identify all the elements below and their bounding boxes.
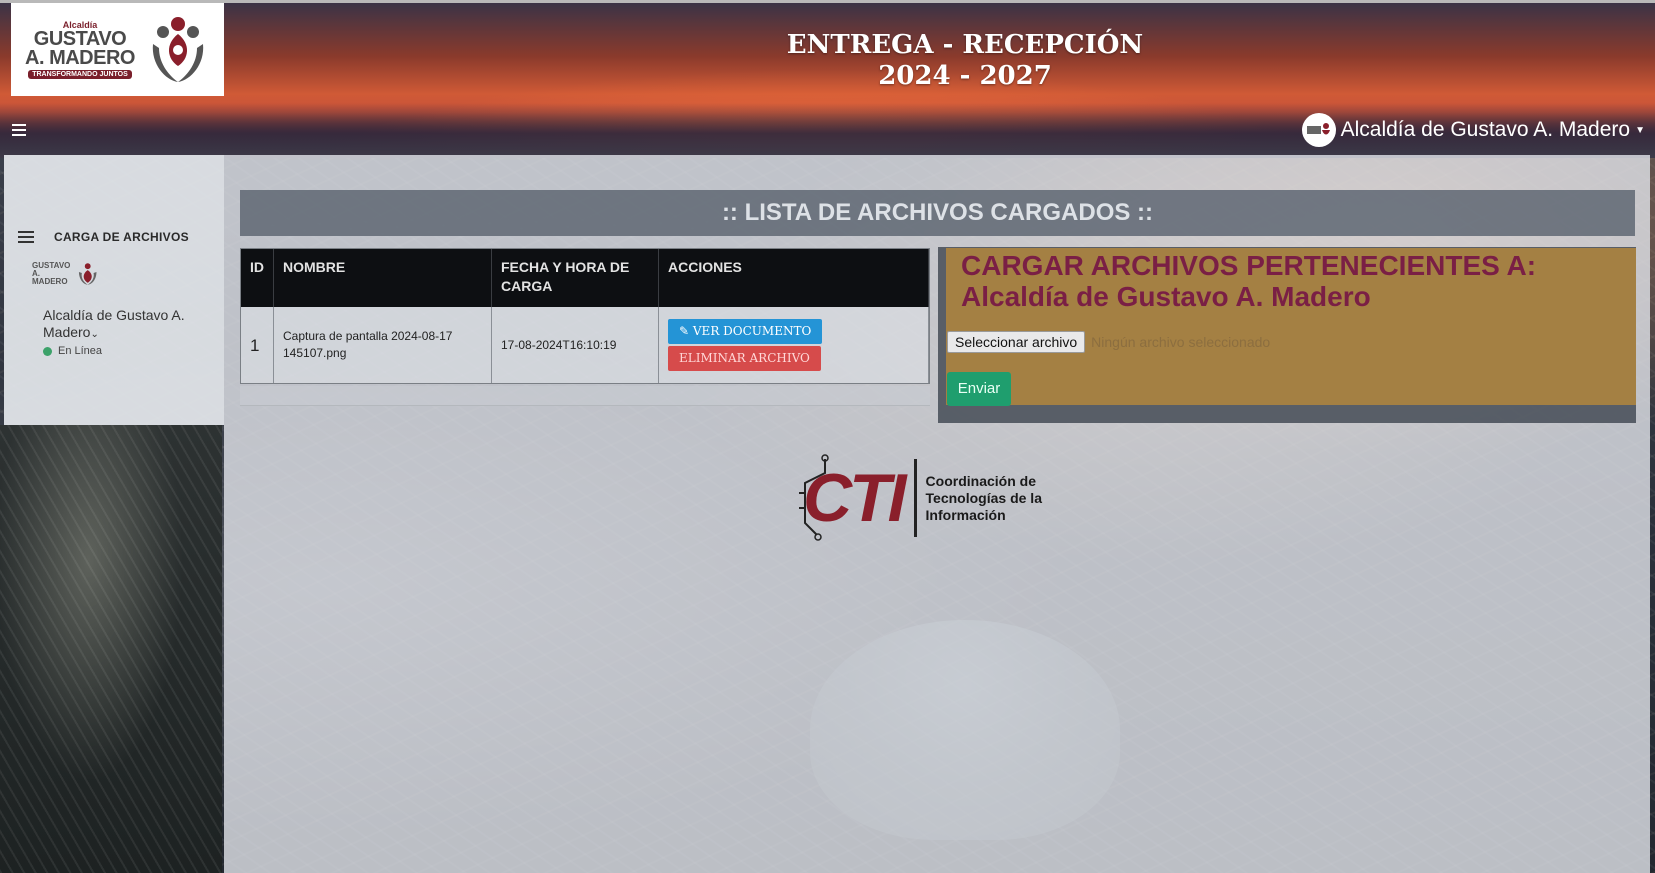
sidebar-background-image <box>0 425 222 873</box>
sidebar-logo: GUSTAVO A. MADERO <box>32 260 98 288</box>
sidebar-item-carga-de-archivos[interactable]: CARGA DE ARCHIVOS <box>18 226 218 248</box>
choose-file-button[interactable]: Seleccionar archivo <box>947 331 1086 353</box>
list-icon <box>18 231 34 243</box>
cell-id: 1 <box>241 307 274 383</box>
column-header-actions: ACCIONES <box>658 249 929 307</box>
upload-title-line2: Alcaldía de Gustavo A. Madero <box>961 281 1371 312</box>
page-title: ENTREGA - RECEPCIÓN 2024 - 2027 <box>700 30 1230 92</box>
status-text: En Línea <box>58 345 103 357</box>
table-header-row: ID NOMBRE FECHA Y HORA DE CARGA ACCIONES <box>241 249 929 307</box>
column-header-id: ID <box>241 249 274 307</box>
table-footer-strip <box>240 386 930 406</box>
sidebar-item-label: CARGA DE ARCHIVOS <box>54 230 189 244</box>
submit-button[interactable]: Enviar <box>947 372 1011 406</box>
family-emblem-icon <box>152 16 204 82</box>
upload-title-line1: CARGAR ARCHIVOS PERTENECIENTES A: <box>961 250 1537 281</box>
sidebar-logo-wordmark: GUSTAVO A. MADERO <box>32 261 71 286</box>
cell-name: Captura de pantalla 2024-08-17 145107.pn… <box>273 307 492 383</box>
column-header-name: NOMBRE <box>273 249 492 307</box>
avatar <box>1301 113 1336 147</box>
cti-logo: CTI Coordinación de Tecnologías de la In… <box>795 452 1042 544</box>
cti-divider <box>913 459 917 537</box>
status-online-icon <box>43 346 52 356</box>
logo-line2: A. MADERO <box>25 47 135 69</box>
files-list-title: :: LISTA DE ARCHIVOS CARGADOS :: <box>240 190 1635 236</box>
sidebar-emblem-icon <box>78 263 97 285</box>
avatar-logo-icon <box>1306 123 1330 135</box>
cti-letters: CTI <box>803 460 907 536</box>
user-menu-name: Alcaldía de Gustavo A. Madero <box>1340 118 1631 141</box>
caret-down-icon: ▼ <box>1635 124 1645 136</box>
status-badge: En Línea <box>43 345 102 357</box>
chevron-down-icon: ⌄ <box>90 329 99 340</box>
view-document-button[interactable]: ✎ VER DOCUMENTO <box>668 319 823 344</box>
file-input[interactable]: Seleccionar archivo Ningún archivo selec… <box>947 331 1270 353</box>
file-status-text: Ningún archivo seleccionado <box>1091 334 1271 350</box>
logo-wordmark: Alcaldía GUSTAVO A. MADERO TRANSFORMANDO… <box>21 20 139 79</box>
logo-tagline: TRANSFORMANDO JUNTOS <box>28 70 132 79</box>
cti-subtitle: Coordinación de Tecnologías de la Inform… <box>925 472 1042 523</box>
files-table: ID NOMBRE FECHA Y HORA DE CARGA ACCIONES… <box>240 248 930 384</box>
upload-title: CARGAR ARCHIVOS PERTENECIENTES A: Alcald… <box>961 250 1621 312</box>
user-menu-dropdown[interactable]: Alcaldía de Gustavo A. Madero ▼ <box>1301 112 1645 148</box>
table-row: 1 Captura de pantalla 2024-08-17 145107.… <box>241 307 929 383</box>
column-header-datetime: FECHA Y HORA DE CARGA <box>491 249 659 307</box>
cell-datetime: 17-08-2024T16:10:19 <box>491 307 659 383</box>
delete-file-button[interactable]: ELIMINAR ARCHIVO <box>668 346 821 371</box>
page-title-line1: ENTREGA - RECEPCIÓN <box>786 30 1144 60</box>
sidebar-user-name[interactable]: Alcaldía de Gustavo A. Madero⌄ <box>43 307 213 343</box>
sidebar: GUSTAVO A. MADERO Alcaldía de Gustavo A.… <box>4 155 224 425</box>
menu-toggle-icon[interactable] <box>12 124 26 136</box>
alcaldia-logo[interactable]: Alcaldía GUSTAVO A. MADERO TRANSFORMANDO… <box>11 3 224 96</box>
page-title-line2: 2024 - 2027 <box>878 61 1052 91</box>
cell-actions: ✎ VER DOCUMENTO ELIMINAR ARCHIVO <box>658 307 929 383</box>
edit-icon: ✎ <box>679 324 690 338</box>
